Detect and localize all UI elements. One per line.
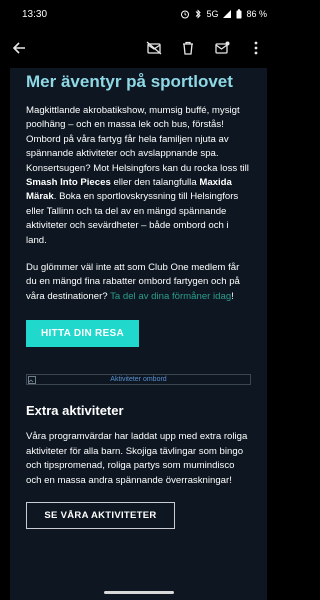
email-body: Mer äventyr på sportlovet Magkittlande a… [10, 68, 267, 600]
battery-label: 86 % [246, 9, 267, 19]
mark-unread-icon [146, 41, 162, 55]
mark-unread-button[interactable] [143, 37, 165, 59]
intro-paragraph: Magkittlande akrobatikshow, mumsig buffé… [26, 104, 251, 248]
see-activities-button[interactable]: SE VÅRA AKTIVITETER [26, 501, 175, 529]
gesture-nav-bar[interactable] [104, 591, 174, 594]
more-vert-icon [254, 41, 258, 55]
intro-text: eller den talangfulla [110, 177, 200, 189]
signal-icon [223, 10, 232, 18]
move-to-inbox-icon [214, 41, 229, 54]
alarm-icon [181, 10, 190, 19]
intro-text: . Boka en sportlovskryssning till Helsin… [26, 191, 239, 246]
status-bar: 13:30 5G 86 % [0, 0, 277, 28]
image-alt-text: Aktiviteter ombord [110, 376, 167, 384]
move-to-inbox-button[interactable] [211, 37, 233, 59]
club-one-text: ! [231, 290, 234, 302]
network-label: 5G [206, 9, 219, 19]
delete-icon [183, 41, 193, 55]
artist-smash-into-pieces: Smash Into Pieces [26, 177, 111, 189]
delete-button[interactable] [177, 37, 199, 59]
club-one-paragraph: Du glömmer väl inte att som Club One med… [26, 261, 251, 304]
extra-activities-heading: Extra aktiviteter [26, 403, 124, 419]
activities-paragraph: Våra programvärdar har laddat upp med ex… [26, 431, 248, 486]
more-options-button[interactable] [245, 37, 267, 59]
battery-icon [236, 9, 242, 19]
arrow-back-icon [12, 42, 25, 54]
status-icons: 5G 86 % [180, 9, 267, 19]
benefits-link[interactable]: Ta del av dina förmåner idag [110, 291, 231, 302]
bluetooth-icon [196, 9, 202, 19]
toolbar [0, 28, 277, 68]
email-headline: Mer äventyr på sportlovet [26, 72, 233, 91]
find-trip-button[interactable]: HITTA DIN RESA [26, 320, 139, 348]
broken-image-icon [28, 376, 36, 385]
activities-image[interactable]: Aktiviteter ombord [26, 374, 251, 386]
intro-text: Magkittlande akrobatikshow, mumsig buffé… [26, 105, 249, 174]
back-button[interactable] [8, 37, 30, 59]
status-time: 13:30 [22, 8, 48, 20]
